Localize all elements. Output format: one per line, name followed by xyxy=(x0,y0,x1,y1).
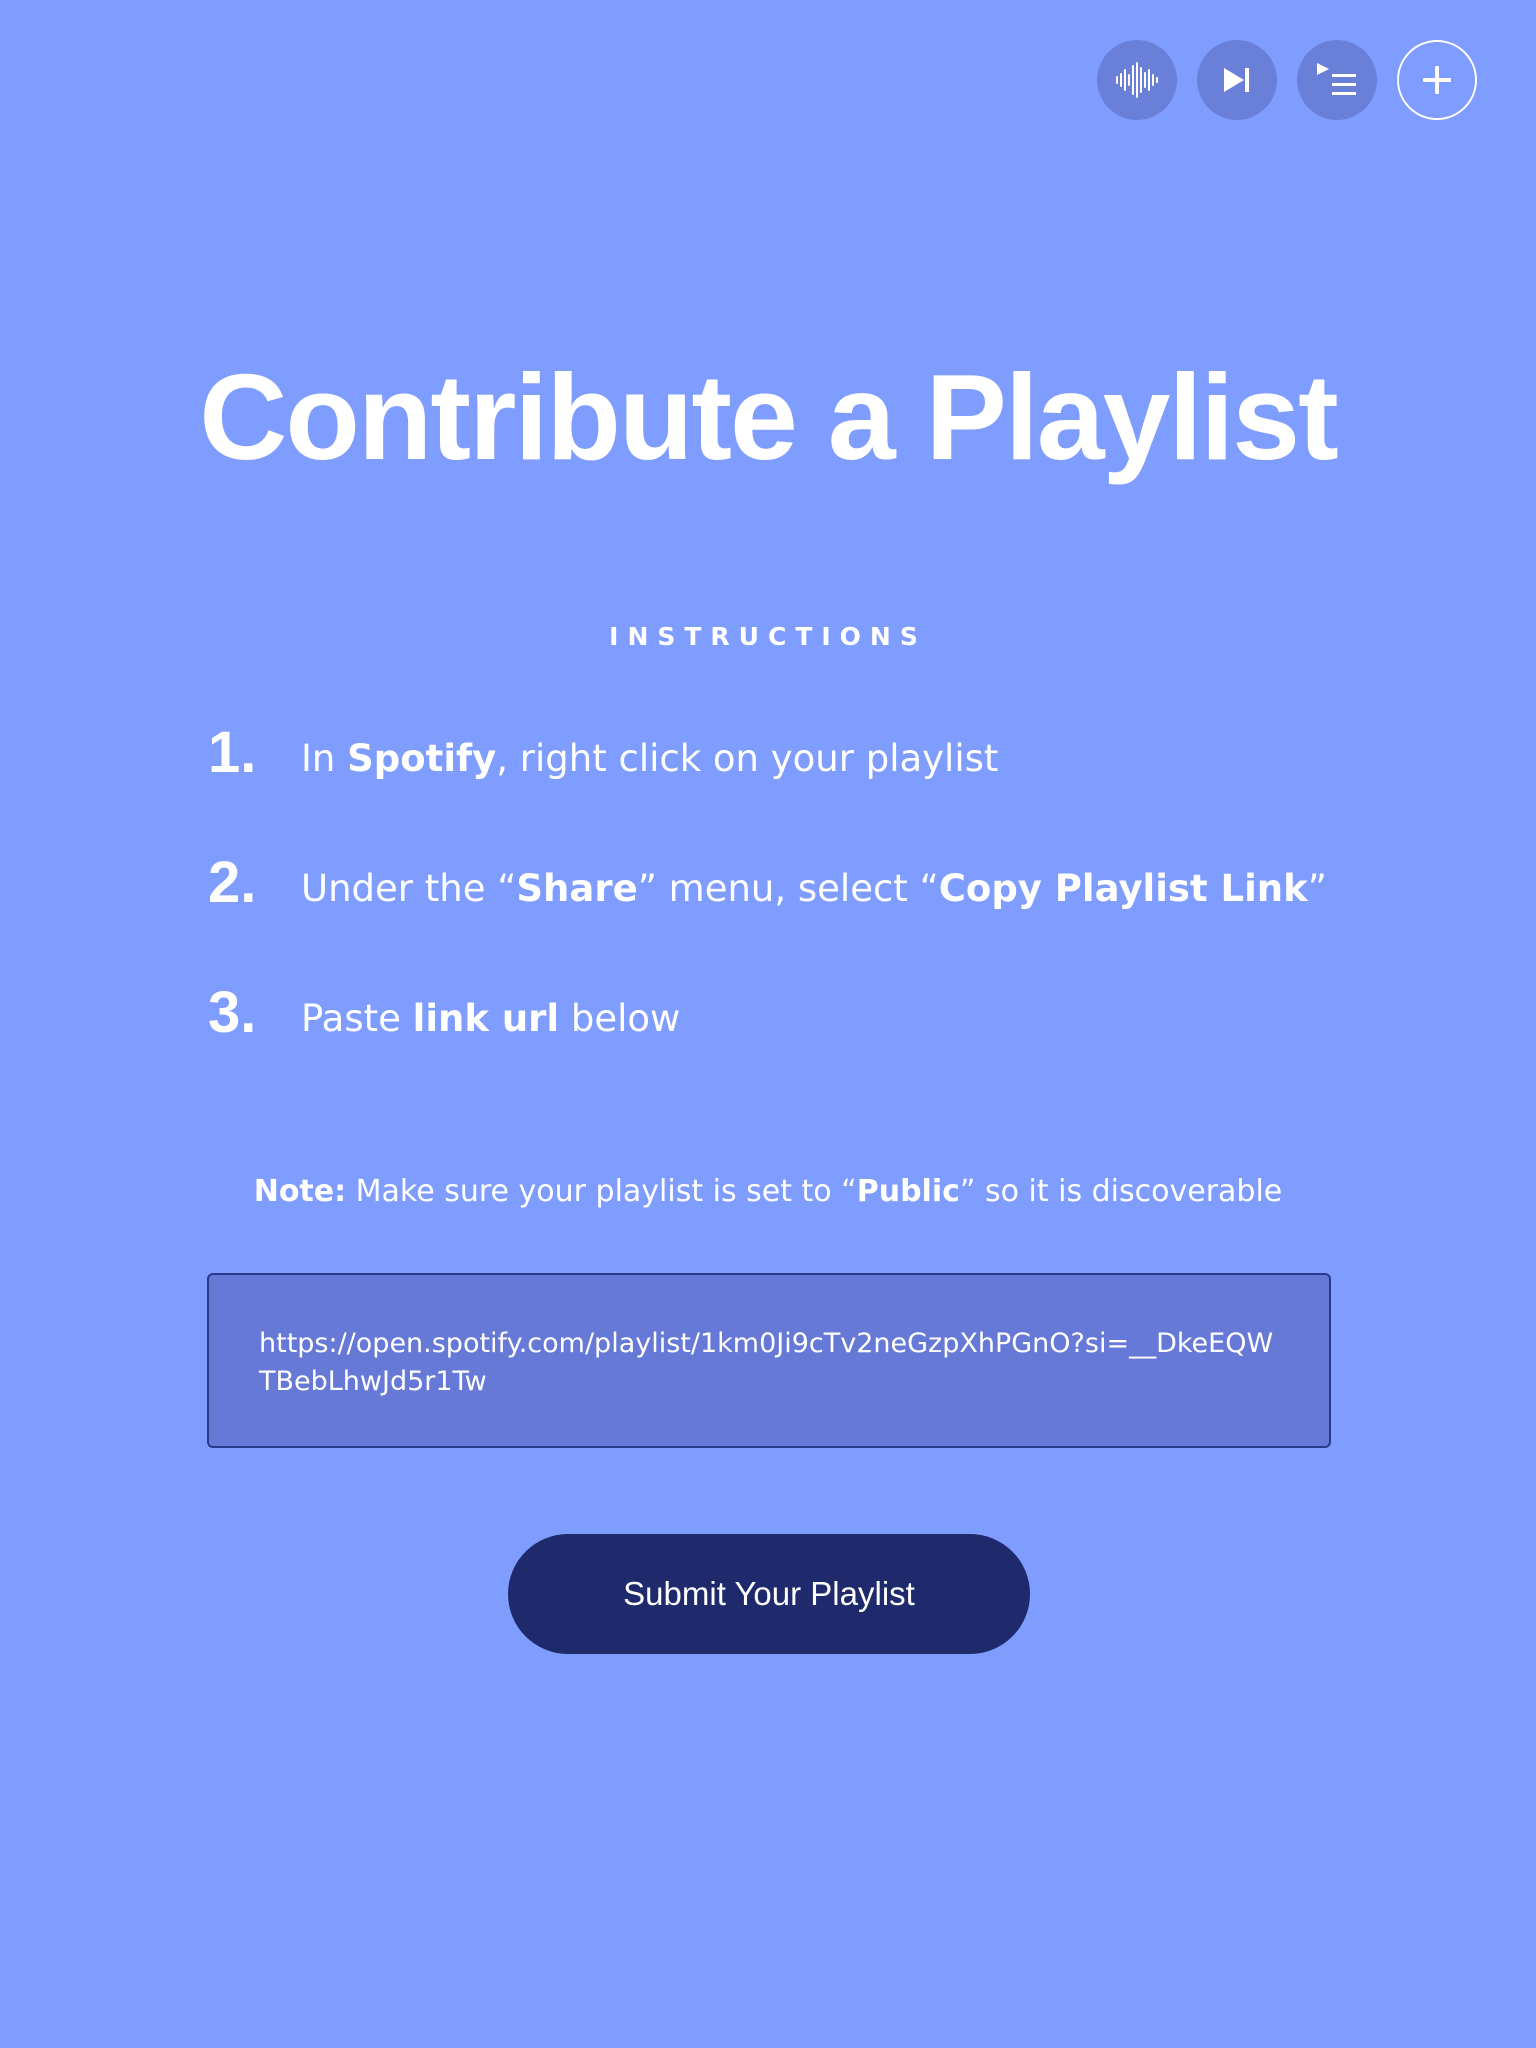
skip-next-icon xyxy=(1224,68,1249,92)
public-note: Note: Make sure your playlist is set to … xyxy=(253,1174,1283,1209)
step-3: 3. Paste link url below xyxy=(208,978,1348,1108)
plus-icon xyxy=(1423,66,1451,94)
step-number: 2. xyxy=(208,850,257,915)
step-text: In Spotify, right click on your playlist xyxy=(301,737,999,780)
step-1: 1. In Spotify, right click on your playl… xyxy=(208,718,1348,848)
queue-icon xyxy=(1317,63,1356,95)
step-text: Under the “Share” menu, select “Copy Pla… xyxy=(301,867,1327,910)
playlist-url-input[interactable]: https://open.spotify.com/playlist/1km0Ji… xyxy=(207,1273,1331,1448)
step-text: Paste link url below xyxy=(301,997,681,1040)
soundwave-icon xyxy=(1116,62,1158,98)
step-number: 3. xyxy=(208,980,257,1045)
top-controls xyxy=(1097,40,1477,120)
submit-playlist-button[interactable]: Submit Your Playlist xyxy=(508,1534,1030,1654)
visualizer-button[interactable] xyxy=(1097,40,1177,120)
page: Contribute a Playlist INSTRUCTIONS 1. In… xyxy=(0,0,1536,2048)
page-title: Contribute a Playlist xyxy=(199,349,1339,485)
instructions-label: INSTRUCTIONS xyxy=(609,622,927,651)
add-button[interactable] xyxy=(1397,40,1477,120)
step-2: 2. Under the “Share” menu, select “Copy … xyxy=(208,848,1348,978)
skip-next-button[interactable] xyxy=(1197,40,1277,120)
step-number: 1. xyxy=(208,720,257,785)
queue-button[interactable] xyxy=(1297,40,1377,120)
instructions-list: 1. In Spotify, right click on your playl… xyxy=(208,718,1348,1108)
